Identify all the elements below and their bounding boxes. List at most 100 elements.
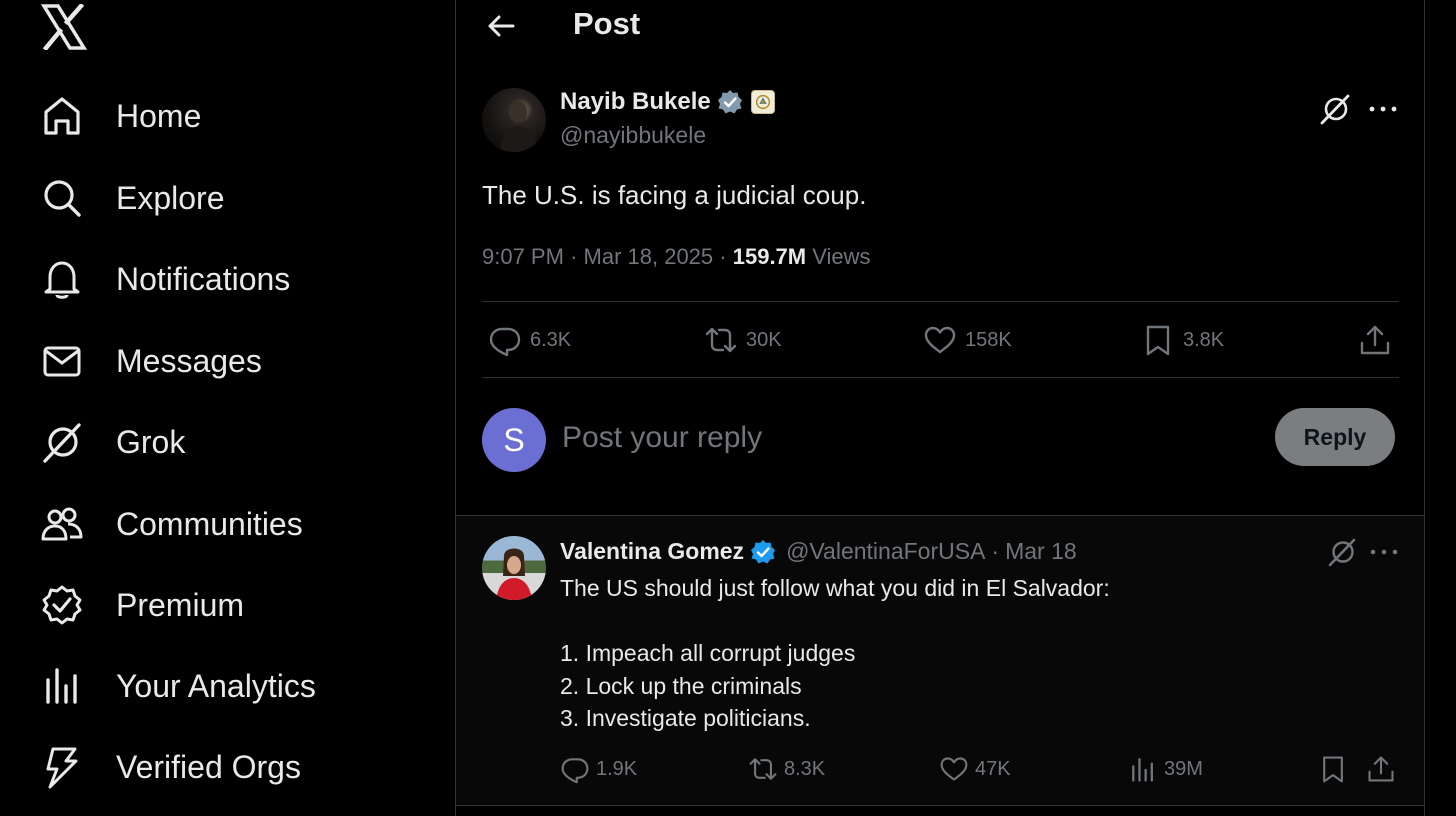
sidebar-item-label: Verified Orgs	[116, 748, 301, 785]
author-handle[interactable]: @nayibbukele	[560, 122, 706, 149]
post-detail-column: Post Nayib Bukele @nayibbukele The U.S. …	[455, 0, 1425, 816]
reply-icon	[488, 323, 522, 357]
verified-badge-icon[interactable]	[750, 539, 776, 565]
reply-author-handle[interactable]: @ValentinaForUSA	[786, 538, 985, 565]
reply-input[interactable]: Post your reply	[562, 414, 1162, 462]
share-action[interactable]	[1366, 752, 1396, 786]
repost-action[interactable]: 8.3K	[748, 752, 825, 786]
repost-icon	[704, 323, 738, 357]
reply-text-line: 3. Investigate politicians.	[560, 705, 811, 731]
premium-badge-icon	[40, 583, 84, 627]
sidebar-item-verified-orgs[interactable]: Verified Orgs	[40, 737, 440, 797]
sidebar-item-messages[interactable]: Messages	[40, 331, 440, 391]
repost-count: 30K	[746, 328, 782, 351]
views-count: 159.7M	[732, 244, 807, 269]
sidebar-item-home[interactable]: Home	[40, 86, 440, 146]
bookmark-icon	[1141, 323, 1175, 357]
reply-text-line: 2. Lock up the criminals	[560, 672, 802, 699]
sidebar-item-explore[interactable]: Explore	[40, 168, 440, 228]
share-icon	[1358, 323, 1392, 357]
repost-icon	[748, 754, 778, 784]
views-chart-icon	[1128, 754, 1158, 784]
reply-post[interactable]: Valentina Gomez @ValentinaForUSA · Mar 1…	[456, 516, 1424, 806]
sidebar-item-label: Explore	[116, 179, 225, 216]
grok-icon[interactable]	[1318, 92, 1352, 126]
envelope-icon	[40, 339, 84, 383]
grok-icon[interactable]	[1326, 536, 1358, 568]
meta-separator: ·	[991, 538, 1000, 564]
sidebar-item-communities[interactable]: Communities	[40, 494, 440, 554]
like-count: 158K	[965, 328, 1012, 351]
author-avatar[interactable]	[482, 88, 546, 152]
post-meta: 9:07 PM · Mar 18, 2025 · 159.7M Views	[482, 244, 871, 270]
reply-text: The US should just follow what you did i…	[560, 572, 1110, 735]
reply-action[interactable]: 1.9K	[560, 752, 637, 786]
reply-author-name[interactable]: Valentina Gomez	[560, 538, 744, 565]
sidebar-item-notifications[interactable]: Notifications	[40, 249, 440, 309]
search-icon	[40, 176, 84, 220]
sidebar-item-label: Messages	[116, 342, 262, 379]
repost-count: 8.3K	[784, 757, 826, 780]
sidebar-item-label: Premium	[116, 586, 245, 623]
meta-separator: ·	[719, 244, 727, 269]
home-icon	[40, 94, 84, 138]
author-row: Nayib Bukele	[560, 88, 775, 116]
lightning-icon	[40, 745, 84, 789]
reply-text-line: The US should just follow what you did i…	[560, 575, 1110, 601]
post-time[interactable]: 9:07 PM	[482, 244, 564, 269]
reply-count: 6.3K	[530, 328, 572, 351]
share-action[interactable]	[1358, 320, 1392, 360]
people-icon	[40, 502, 84, 546]
current-user-avatar[interactable]: S	[482, 408, 546, 472]
reply-text-line	[560, 605, 1110, 638]
reply-count: 1.9K	[596, 757, 638, 780]
sidebar-item-premium[interactable]: Premium	[40, 575, 440, 635]
divider	[456, 805, 1424, 806]
reply-text-line: 1. Impeach all corrupt judges	[560, 640, 856, 666]
bookmark-count: 3.8K	[1183, 328, 1225, 351]
page-title: Post	[573, 6, 641, 41]
sidebar-item-analytics[interactable]: Your Analytics	[40, 656, 440, 716]
reply-header: Valentina Gomez @ValentinaForUSA · Mar 1…	[560, 538, 1077, 565]
views-action[interactable]: 39M	[1128, 752, 1203, 786]
sidebar-item-grok[interactable]: Grok	[40, 412, 440, 472]
x-logo[interactable]	[40, 4, 88, 50]
sidebar-item-label: Notifications	[116, 260, 291, 297]
post-date[interactable]: Mar 18, 2025	[584, 244, 714, 269]
reply-date[interactable]: Mar 18	[1005, 538, 1077, 565]
heart-icon	[923, 323, 957, 357]
meta-separator: ·	[570, 244, 578, 269]
divider	[482, 301, 1399, 302]
sidebar-item-label: Your Analytics	[116, 667, 316, 704]
reply-button[interactable]: Reply	[1275, 408, 1395, 466]
reply-action[interactable]: 6.3K	[488, 320, 571, 360]
sidebar: Home Explore Notifications Messages Grok…	[0, 0, 455, 816]
bookmark-action[interactable]: 3.8K	[1141, 320, 1224, 360]
bell-icon	[40, 257, 84, 301]
post-text: The U.S. is facing a judicial coup.	[482, 180, 867, 210]
like-action[interactable]: 47K	[939, 752, 1011, 786]
author-name[interactable]: Nayib Bukele	[560, 88, 711, 116]
like-action[interactable]: 158K	[923, 320, 1012, 360]
heart-icon	[939, 754, 969, 784]
divider	[482, 377, 1399, 378]
views-count: 39M	[1164, 757, 1203, 780]
bookmark-icon	[1318, 754, 1348, 784]
reply-author-avatar[interactable]	[482, 536, 546, 600]
share-icon	[1366, 754, 1396, 784]
views-label: Views	[812, 244, 871, 269]
sidebar-item-label: Grok	[116, 423, 186, 460]
verified-badge-icon[interactable]	[717, 89, 743, 115]
bookmark-action[interactable]	[1318, 752, 1348, 786]
more-options-icon[interactable]	[1368, 536, 1400, 568]
grok-icon	[40, 420, 84, 464]
back-arrow-icon[interactable]	[483, 8, 519, 44]
like-count: 47K	[975, 757, 1011, 780]
affiliation-badge-icon[interactable]	[750, 90, 775, 114]
sidebar-item-label: Home	[116, 97, 202, 134]
reply-icon	[560, 754, 590, 784]
bar-chart-icon	[40, 664, 84, 708]
sidebar-item-label: Communities	[116, 505, 303, 542]
repost-action[interactable]: 30K	[704, 320, 782, 360]
more-options-icon[interactable]	[1366, 92, 1400, 126]
